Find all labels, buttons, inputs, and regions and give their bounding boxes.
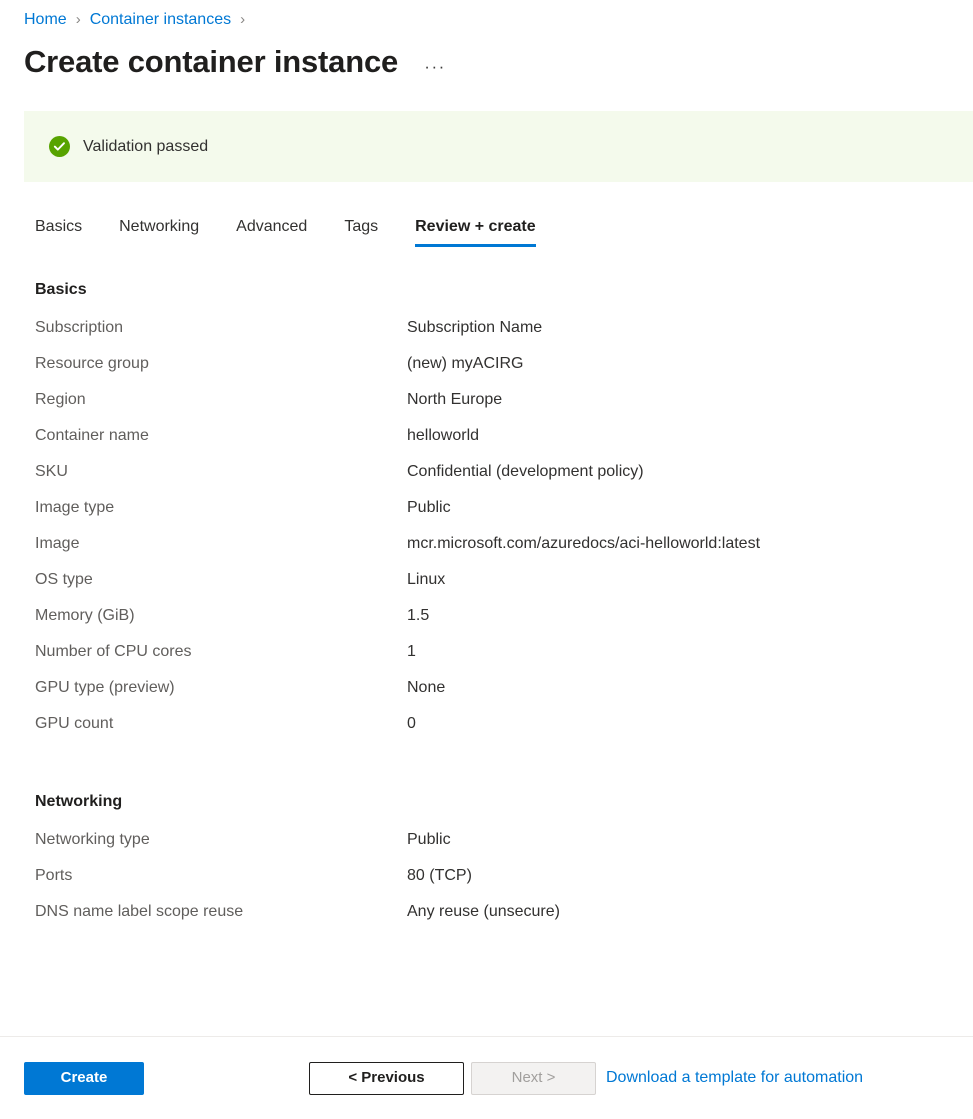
row-value: Confidential (development policy) [407, 461, 644, 483]
row-label: Number of CPU cores [35, 641, 407, 663]
page-header: Create container instance ··· [0, 31, 973, 82]
summary-row-sku: SKU Confidential (development policy) [35, 461, 973, 497]
summary-row-region: Region North Europe [35, 389, 973, 425]
page-title: Create container instance [24, 42, 398, 82]
row-value: Any reuse (unsecure) [407, 901, 560, 923]
row-value: None [407, 677, 445, 699]
summary-row-gpu-count: GPU count 0 [35, 713, 973, 749]
row-label: Subscription [35, 317, 407, 339]
row-label: Ports [35, 865, 407, 887]
summary-row-container-name: Container name helloworld [35, 425, 973, 461]
create-button[interactable]: Create [24, 1062, 144, 1095]
review-summary: Basics Subscription Subscription Name Re… [0, 258, 973, 937]
breadcrumb: Home › Container instances › [0, 0, 973, 31]
section-heading-networking: Networking [35, 791, 973, 813]
row-label: SKU [35, 461, 407, 483]
summary-row-dns-name-label-scope-reuse: DNS name label scope reuse Any reuse (un… [35, 901, 973, 937]
row-label: DNS name label scope reuse [35, 901, 407, 923]
row-value: 0 [407, 713, 416, 735]
row-value: Public [407, 497, 451, 519]
section-heading-basics: Basics [35, 279, 973, 301]
row-value: Subscription Name [407, 317, 542, 339]
download-template-link[interactable]: Download a template for automation [606, 1067, 863, 1089]
more-commands-ellipsis-icon[interactable]: ··· [422, 53, 448, 79]
tab-advanced[interactable]: Advanced [236, 216, 307, 247]
row-value: 1 [407, 641, 416, 663]
row-label: Region [35, 389, 407, 411]
row-value: North Europe [407, 389, 502, 411]
row-value: (new) myACIRG [407, 353, 523, 375]
wizard-footer: Create < Previous Next > Download a temp… [0, 1036, 973, 1119]
breadcrumb-item-home[interactable]: Home [24, 9, 67, 31]
row-value: helloworld [407, 425, 479, 447]
summary-row-ports: Ports 80 (TCP) [35, 865, 973, 901]
summary-row-networking-type: Networking type Public [35, 829, 973, 865]
summary-row-image: Image mcr.microsoft.com/azuredocs/aci-he… [35, 533, 973, 569]
breadcrumb-chevron-icon: › [76, 9, 81, 31]
wizard-tabs: Basics Networking Advanced Tags Review +… [0, 216, 973, 258]
validation-message: Validation passed [83, 136, 208, 158]
breadcrumb-chevron-icon-trailing: › [240, 9, 245, 31]
row-label: OS type [35, 569, 407, 591]
summary-row-memory: Memory (GiB) 1.5 [35, 605, 973, 641]
row-value: 80 (TCP) [407, 865, 472, 887]
row-value: mcr.microsoft.com/azuredocs/aci-hellowor… [407, 533, 760, 555]
row-label: Container name [35, 425, 407, 447]
row-value: 1.5 [407, 605, 429, 627]
row-label: GPU type (preview) [35, 677, 407, 699]
summary-row-image-type: Image type Public [35, 497, 973, 533]
row-label: Networking type [35, 829, 407, 851]
check-circle-icon [49, 136, 70, 157]
row-label: GPU count [35, 713, 407, 735]
summary-row-subscription: Subscription Subscription Name [35, 317, 973, 353]
section-basics: Basics Subscription Subscription Name Re… [35, 279, 973, 749]
section-networking: Networking Networking type Public Ports … [35, 791, 973, 937]
summary-row-os-type: OS type Linux [35, 569, 973, 605]
tab-tags[interactable]: Tags [344, 216, 378, 247]
row-label: Image [35, 533, 407, 555]
tab-networking[interactable]: Networking [119, 216, 199, 247]
summary-row-gpu-type: GPU type (preview) None [35, 677, 973, 713]
row-label: Resource group [35, 353, 407, 375]
row-value: Public [407, 829, 451, 851]
previous-button[interactable]: < Previous [309, 1062, 464, 1095]
validation-banner: Validation passed [24, 111, 973, 182]
tab-basics[interactable]: Basics [35, 216, 82, 247]
next-button: Next > [471, 1062, 596, 1095]
summary-row-cpu-cores: Number of CPU cores 1 [35, 641, 973, 677]
row-label: Image type [35, 497, 407, 519]
breadcrumb-item-container-instances[interactable]: Container instances [90, 9, 231, 31]
row-label: Memory (GiB) [35, 605, 407, 627]
tab-review-create[interactable]: Review + create [415, 216, 536, 247]
row-value: Linux [407, 569, 445, 591]
summary-row-resource-group: Resource group (new) myACIRG [35, 353, 973, 389]
